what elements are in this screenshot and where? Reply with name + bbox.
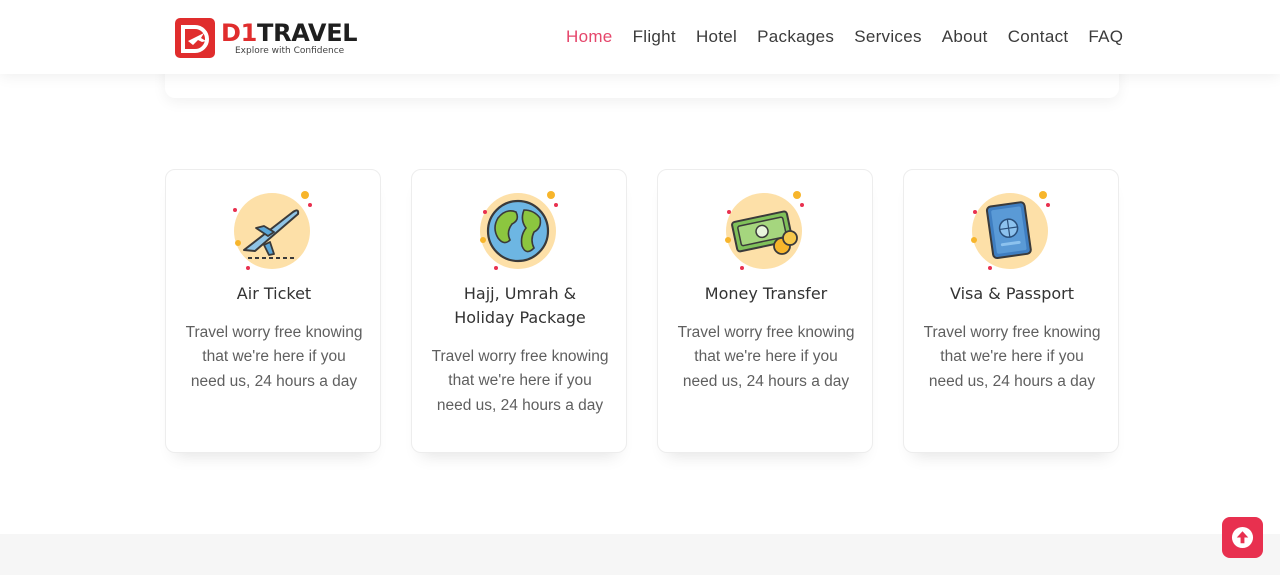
nav-item-packages[interactable]: Packages (747, 24, 844, 50)
airplane-icon (233, 191, 312, 270)
nav-item-contact[interactable]: Contact (998, 24, 1079, 50)
main-nav: Home Flight Hotel Packages Services Abou… (556, 24, 1133, 50)
card-description: Travel worry free knowing that we're her… (431, 348, 609, 414)
services-section: Air Ticket Travel worry free knowing tha… (165, 169, 1119, 453)
brand-logo[interactable]: D1TRAVEL Explore with Confidence (174, 17, 364, 59)
money-icon (725, 191, 804, 270)
brand-tagline: Explore with Confidence (235, 46, 345, 56)
scroll-to-top-button[interactable] (1222, 517, 1263, 558)
nav-item-services[interactable]: Services (844, 24, 932, 50)
card-title: Air Ticket (236, 284, 312, 303)
card-description: Travel worry free knowing that we're her… (185, 324, 363, 390)
globe-icon (480, 191, 558, 270)
service-card-money-transfer[interactable]: Money Transfer Travel worry free knowing… (657, 169, 873, 453)
card-title: Money Transfer (704, 284, 828, 303)
card-description: Travel worry free knowing that we're her… (923, 324, 1101, 390)
logo-mark-icon (175, 18, 215, 58)
nav-item-flight[interactable]: Flight (623, 24, 686, 50)
nav-item-about[interactable]: About (932, 24, 998, 50)
service-card-visa-passport[interactable]: Visa & Passport Travel worry free knowin… (903, 169, 1119, 453)
brand-name: D1TRAVEL (221, 19, 358, 47)
card-title: Hajj, Umrah & Holiday Package (454, 284, 586, 327)
passport-icon (971, 191, 1050, 270)
footer-top-band (0, 534, 1280, 575)
nav-item-hotel[interactable]: Hotel (686, 24, 747, 50)
card-title: Visa & Passport (949, 284, 1075, 303)
service-card-hajj-umrah[interactable]: Hajj, Umrah & Holiday Package Travel wor… (411, 169, 627, 453)
service-card-air-ticket[interactable]: Air Ticket Travel worry free knowing tha… (165, 169, 381, 453)
arrow-up-icon (1231, 526, 1254, 549)
nav-item-home[interactable]: Home (556, 24, 623, 50)
card-description: Travel worry free knowing that we're her… (677, 324, 855, 390)
nav-item-faq[interactable]: FAQ (1078, 24, 1133, 50)
site-header: D1TRAVEL Explore with Confidence Home Fl… (0, 0, 1280, 74)
